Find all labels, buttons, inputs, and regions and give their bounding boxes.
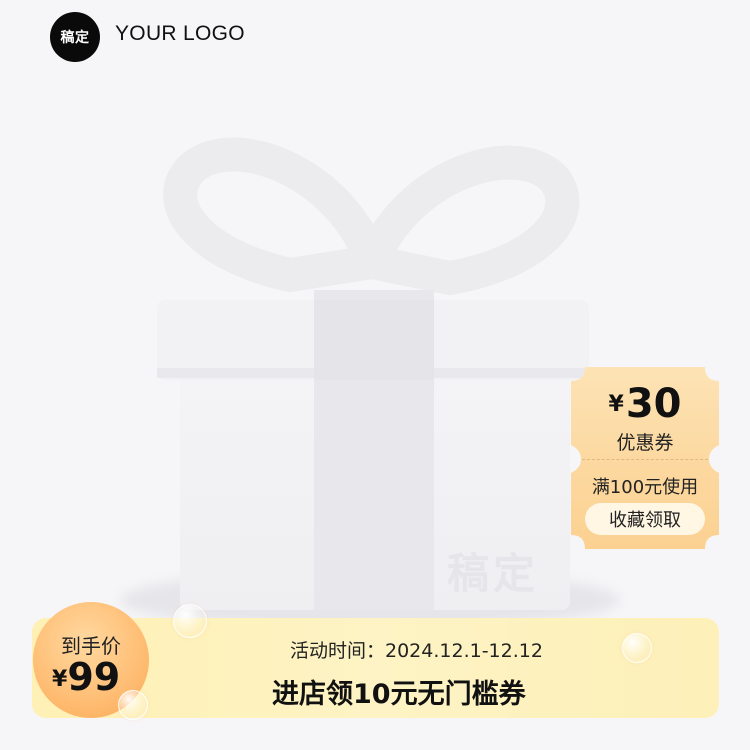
logo-text: YOUR LOGO: [115, 22, 245, 45]
watermark: 稿定: [447, 549, 540, 598]
coupon-title: 优惠券: [616, 432, 674, 454]
bubble-decoration: [118, 690, 148, 720]
logo-badge: 稿定: [50, 12, 100, 62]
bubble-decoration: [173, 604, 207, 638]
coupon-condition: 满100元使用: [591, 477, 699, 498]
collect-coupon-button[interactable]: 收藏领取: [585, 503, 705, 535]
activity-time: 活动时间：2024.12.1-12.12: [290, 640, 543, 662]
final-price: ¥99: [52, 655, 120, 699]
promo-headline: 进店领10元无门槛券: [272, 679, 526, 710]
price-value: 99: [67, 655, 121, 699]
coupon-amount: ¥30: [571, 381, 719, 427]
coupon-currency: ¥: [608, 392, 624, 417]
coupon-divider: [582, 459, 708, 460]
coupon-value: 30: [625, 381, 682, 427]
bubble-decoration: [622, 633, 652, 663]
price-currency: ¥: [52, 667, 68, 692]
